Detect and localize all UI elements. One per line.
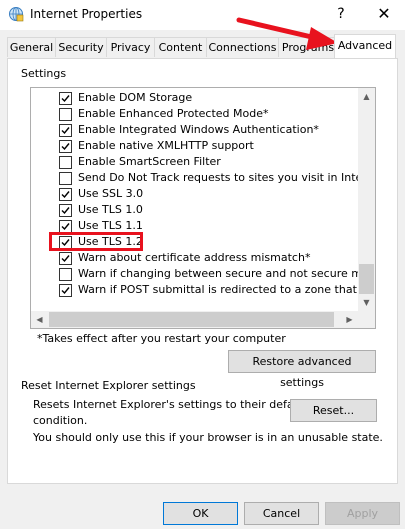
checkbox[interactable] [59,284,72,297]
scroll-right-icon[interactable]: ▶ [341,311,358,328]
checkbox[interactable] [59,92,72,105]
tab-programs[interactable]: Programs [278,37,338,57]
scroll-corner [358,311,375,328]
internet-explorer-icon [9,7,24,22]
settings-group-label: Settings [21,67,67,80]
reset-description-line2: condition. [33,414,88,427]
horizontal-scroll-thumb[interactable] [49,312,334,327]
title-bar: Internet Properties ? ✕ [0,0,405,30]
horizontal-scrollbar[interactable]: ◀ ▶ [31,311,358,328]
annotation-highlight-box [49,232,143,251]
restore-advanced-settings-button[interactable]: Restore advanced settings [228,350,376,389]
list-item-label: Enable DOM Storage [78,91,193,104]
tab-connections[interactable]: Connections [206,37,279,57]
window-title: Internet Properties [30,7,143,21]
tab-advanced[interactable]: Advanced [334,34,396,58]
help-button[interactable]: ? [330,3,352,25]
list-item-label: Send Do Not Track requests to sites you … [78,171,376,184]
checkbox[interactable] [59,156,72,169]
reset-description-line1: Resets Internet Explorer's settings to t… [33,398,308,411]
restart-note: *Takes effect after you restart your com… [37,332,286,345]
list-item-label: Enable SmartScreen Filter [78,155,221,168]
list-item-label: Warn about certificate address mismatch* [78,251,311,264]
checkbox[interactable] [59,252,72,265]
vertical-scroll-thumb[interactable] [359,264,374,294]
list-item-label: Enable Enhanced Protected Mode* [78,107,269,120]
close-button[interactable]: ✕ [372,3,396,25]
checkbox[interactable] [59,268,72,281]
tab-strip: General Security Privacy Content Connect… [7,34,398,59]
vertical-scrollbar[interactable]: ▲ ▼ [358,88,375,311]
checkbox[interactable] [59,140,72,153]
list-item-label: Enable native XMLHTTP support [78,139,254,152]
cancel-button[interactable]: Cancel [244,502,319,525]
scroll-down-icon[interactable]: ▼ [358,294,375,311]
reset-button[interactable]: Reset... [290,399,377,422]
reset-warning: You should only use this if your browser… [33,431,383,444]
list-item-label: Use SSL 3.0 [78,187,144,200]
checkbox[interactable] [59,188,72,201]
checkbox[interactable] [59,124,72,137]
reset-group-label: Reset Internet Explorer settings [21,379,196,392]
scroll-left-icon[interactable]: ◀ [31,311,48,328]
list-item-label: Warn if changing between secure and not … [78,267,376,280]
tab-content[interactable]: Content [154,37,207,57]
checkbox[interactable] [59,204,72,217]
tab-security[interactable]: Security [55,37,107,57]
list-item-label: Enable Integrated Windows Authentication… [78,123,319,136]
tab-privacy[interactable]: Privacy [106,37,155,57]
settings-list[interactable]: Enable DOM Storage Enable Enhanced Prote… [30,87,376,329]
scroll-up-icon[interactable]: ▲ [358,88,375,105]
ok-button[interactable]: OK [163,502,238,525]
list-item-label: Warn if POST submittal is redirected to … [78,283,376,296]
checkbox[interactable] [59,108,72,121]
checkbox[interactable] [59,172,72,185]
apply-button[interactable]: Apply [325,502,400,525]
list-item-label: Use TLS 1.0 [78,203,143,216]
tab-general[interactable]: General [7,37,56,57]
